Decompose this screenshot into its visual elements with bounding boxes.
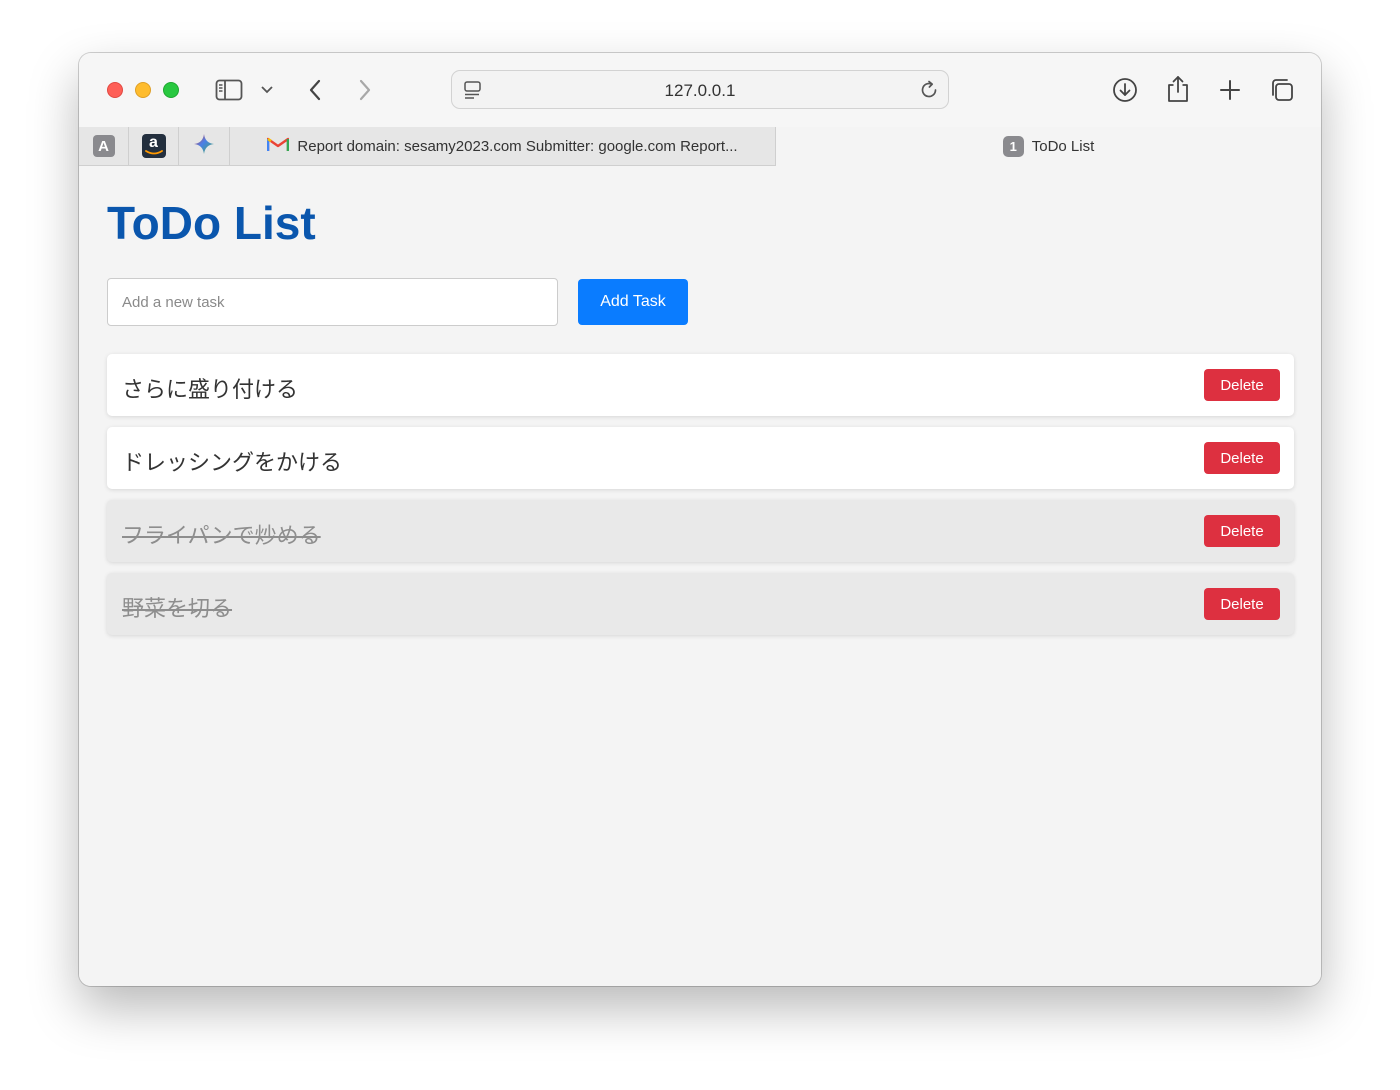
share-icon[interactable] bbox=[1164, 74, 1192, 104]
tab-badge: 1 bbox=[1002, 136, 1024, 157]
sidebar-icon[interactable] bbox=[214, 77, 244, 103]
close-window-button[interactable] bbox=[107, 82, 123, 98]
task-item[interactable]: ドレッシングをかける Delete bbox=[107, 427, 1294, 489]
browser-toolbar: 127.0.0.1 bbox=[79, 53, 1321, 127]
task-list: さらに盛り付ける Delete ドレッシングをかける Delete フライパンで炒める D… bbox=[107, 354, 1294, 646]
delete-button[interactable]: Delete bbox=[1204, 515, 1280, 547]
task-item[interactable]: フライパンで炒める Delete bbox=[107, 500, 1294, 562]
forward-arrow-icon[interactable] bbox=[355, 77, 375, 103]
page-content: ToDo List Add Task さらに盛り付けるDeleteドレッシングを… bbox=[79, 166, 1321, 986]
delete-button[interactable]: Delete bbox=[1204, 442, 1280, 474]
amazon-icon: a bbox=[141, 134, 166, 158]
chevron-down-icon[interactable] bbox=[259, 83, 275, 97]
tab-gmail[interactable]: Report domain: sesamy2023.com Submitter:… bbox=[230, 127, 776, 165]
delete-button[interactable]: Delete bbox=[1204, 369, 1280, 401]
url-text: 127.0.0.1 bbox=[664, 81, 736, 100]
new-task-input[interactable] bbox=[107, 278, 558, 326]
task-text: フライパンで炒める bbox=[122, 524, 321, 549]
task-item[interactable]: 野菜を切る Delete bbox=[107, 573, 1294, 635]
gmail-icon bbox=[267, 136, 290, 157]
reload-icon[interactable] bbox=[918, 79, 940, 106]
delete-button[interactable]: Delete bbox=[1204, 588, 1280, 620]
pinned-tab-amazon[interactable]: a bbox=[129, 127, 179, 165]
address-bar[interactable]: 127.0.0.1 bbox=[451, 70, 949, 109]
download-icon[interactable] bbox=[1111, 76, 1139, 104]
gemini-sparkle-icon bbox=[193, 133, 215, 160]
pinned-tab-a[interactable]: A bbox=[79, 127, 129, 165]
plus-icon[interactable] bbox=[1217, 77, 1243, 103]
tab-label: Report domain: sesamy2023.com Submitter:… bbox=[297, 137, 738, 155]
font-a-icon: A bbox=[92, 135, 115, 157]
add-task-button[interactable]: Add Task bbox=[578, 279, 688, 325]
zoom-window-button[interactable] bbox=[163, 82, 179, 98]
back-arrow-icon[interactable] bbox=[305, 77, 325, 103]
tab-label: ToDo List bbox=[1031, 138, 1095, 155]
pinned-tab-gemini[interactable] bbox=[179, 127, 230, 165]
tab-todo-list[interactable]: 1 ToDo List bbox=[776, 127, 1321, 166]
task-text: さらに盛り付ける bbox=[122, 378, 299, 403]
browser-window: 127.0.0.1 A a Report domain: sesamy2023.… bbox=[79, 53, 1321, 986]
tab-bar: A a Report domain: sesamy2023.com Submit… bbox=[79, 127, 1321, 166]
task-text: 野菜を切る bbox=[122, 597, 233, 622]
task-text: ドレッシングをかける bbox=[122, 451, 343, 476]
task-item[interactable]: さらに盛り付ける Delete bbox=[107, 354, 1294, 416]
tab-overview-icon[interactable] bbox=[1268, 76, 1296, 104]
minimize-window-button[interactable] bbox=[135, 82, 151, 98]
page-title: ToDo List bbox=[107, 197, 316, 249]
